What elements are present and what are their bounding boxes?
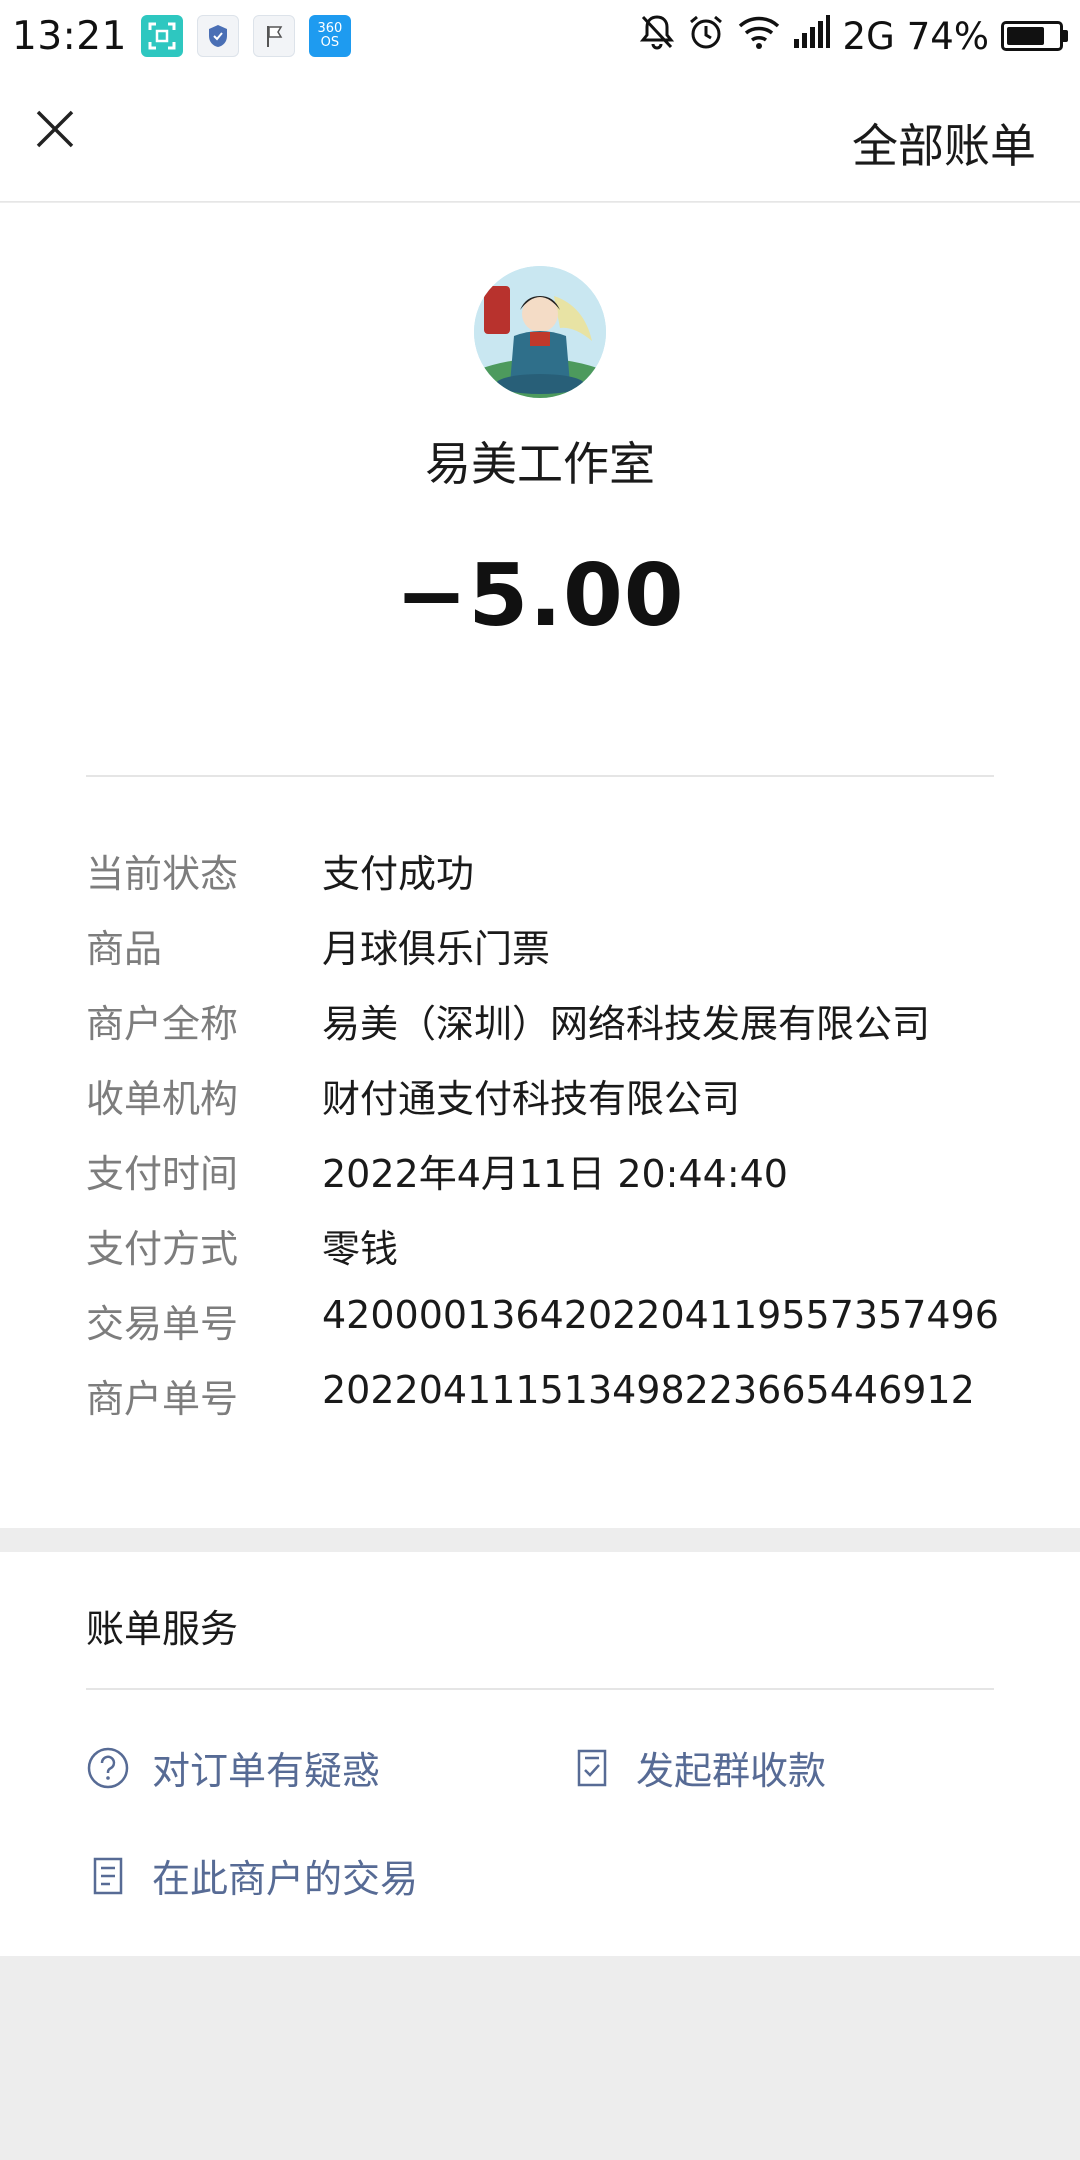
detail-label: 当前状态 [86,852,239,896]
alarm-icon [687,13,725,60]
scan-app-icon [140,15,183,57]
detail-label: 商户单号 [86,1377,239,1421]
nav-bar: 全部账单 [0,72,1080,202]
detail-row-status: 当前状态 支付成功 [86,843,1026,918]
close-button[interactable] [28,102,82,156]
battery-fill [1007,27,1044,45]
detail-value: 20220411151349822366544691​2 [322,1368,975,1412]
detail-label: 商品 [86,927,163,971]
group-collect-link[interactable]: 发起群收款 [570,1740,826,1795]
order-doubt-link[interactable]: 对订单有疑惑 [86,1740,380,1795]
detail-value: 易美（深圳）网络科技发展有限公司 [322,1002,931,1046]
battery-icon [1001,21,1068,51]
360os-app-icon: 360 OS [308,15,351,57]
merchant-history-label: 在此商户的交易 [152,1857,419,1901]
battery-percent: 74% [906,14,989,58]
detail-value: 财付通支付科技有限公司 [322,1077,741,1121]
status-bar: 13:21 360 OS 2G 74% [0,0,1080,72]
service-title: 账单服务 [86,1607,239,1651]
detail-label: 商户全称 [86,1002,239,1046]
status-right: 2G 74% [639,13,1068,60]
bill-service-card: 账单服务 对订单有疑惑 发起群收款 在此商户的交易 [0,1552,1080,1956]
divider [86,775,994,777]
detail-label: 收单机构 [86,1077,239,1121]
order-doubt-label: 对订单有疑惑 [152,1749,381,1793]
payment-amount: −5.00 [395,546,685,646]
merchant-history-link[interactable]: 在此商户的交易 [86,1848,418,1903]
all-bills-link[interactable]: 全部账单 [852,110,1036,176]
bill-detail-card: 易美工作室 −5.00 当前状态 支付成功 商品 月球俱乐门票 商户全称 易美（… [0,203,1080,1528]
detail-row-pay-time: 支付时间 2022年4月11日 20:44:40 [86,1143,1026,1218]
detail-label: 交易单号 [86,1302,239,1346]
detail-value: 支付成功 [322,852,475,896]
detail-label: 支付方式 [86,1227,239,1271]
network-type: 2G [842,14,895,58]
status-time: 13:21 [12,13,127,59]
detail-value: 4200001364202204119557357496 [322,1293,999,1337]
detail-row-transaction-id: 交易单号 4200001364202204119557357496 [86,1293,1026,1368]
detail-value: 2022年4月11日 20:44:40 [322,1152,788,1196]
detail-row-acquirer: 收单机构 财付通支付科技有限公司 [86,1068,1026,1143]
divider [86,1688,994,1690]
detail-list: 当前状态 支付成功 商品 月球俱乐门票 商户全称 易美（深圳）网络科技发展有限公… [86,843,1026,1443]
status-left: 13:21 360 OS [12,14,351,59]
shield-app-icon [196,15,239,57]
detail-label: 支付时间 [86,1152,239,1196]
mute-bell-icon [639,13,675,60]
merchant-name: 易美工作室 [425,437,655,491]
wifi-icon [737,14,781,59]
question-circle-icon [86,1746,130,1790]
signal-icon [793,14,831,58]
merchant-avatar [474,266,606,398]
checklist-icon [570,1746,614,1790]
detail-row-pay-method: 支付方式 零钱 [86,1218,1026,1293]
group-collect-label: 发起群收款 [636,1749,827,1793]
detail-row-merchant-fullname: 商户全称 易美（深圳）网络科技发展有限公司 [86,993,1026,1068]
close-icon [36,110,74,148]
detail-value: 月球俱乐门票 [322,927,551,971]
detail-row-product: 商品 月球俱乐门票 [86,918,1026,993]
detail-row-merchant-order-id: 商户单号 20220411151349822366544691​2 [86,1368,1026,1443]
document-icon [86,1854,130,1898]
flag-app-icon [252,15,295,57]
detail-value: 零钱 [322,1227,399,1271]
